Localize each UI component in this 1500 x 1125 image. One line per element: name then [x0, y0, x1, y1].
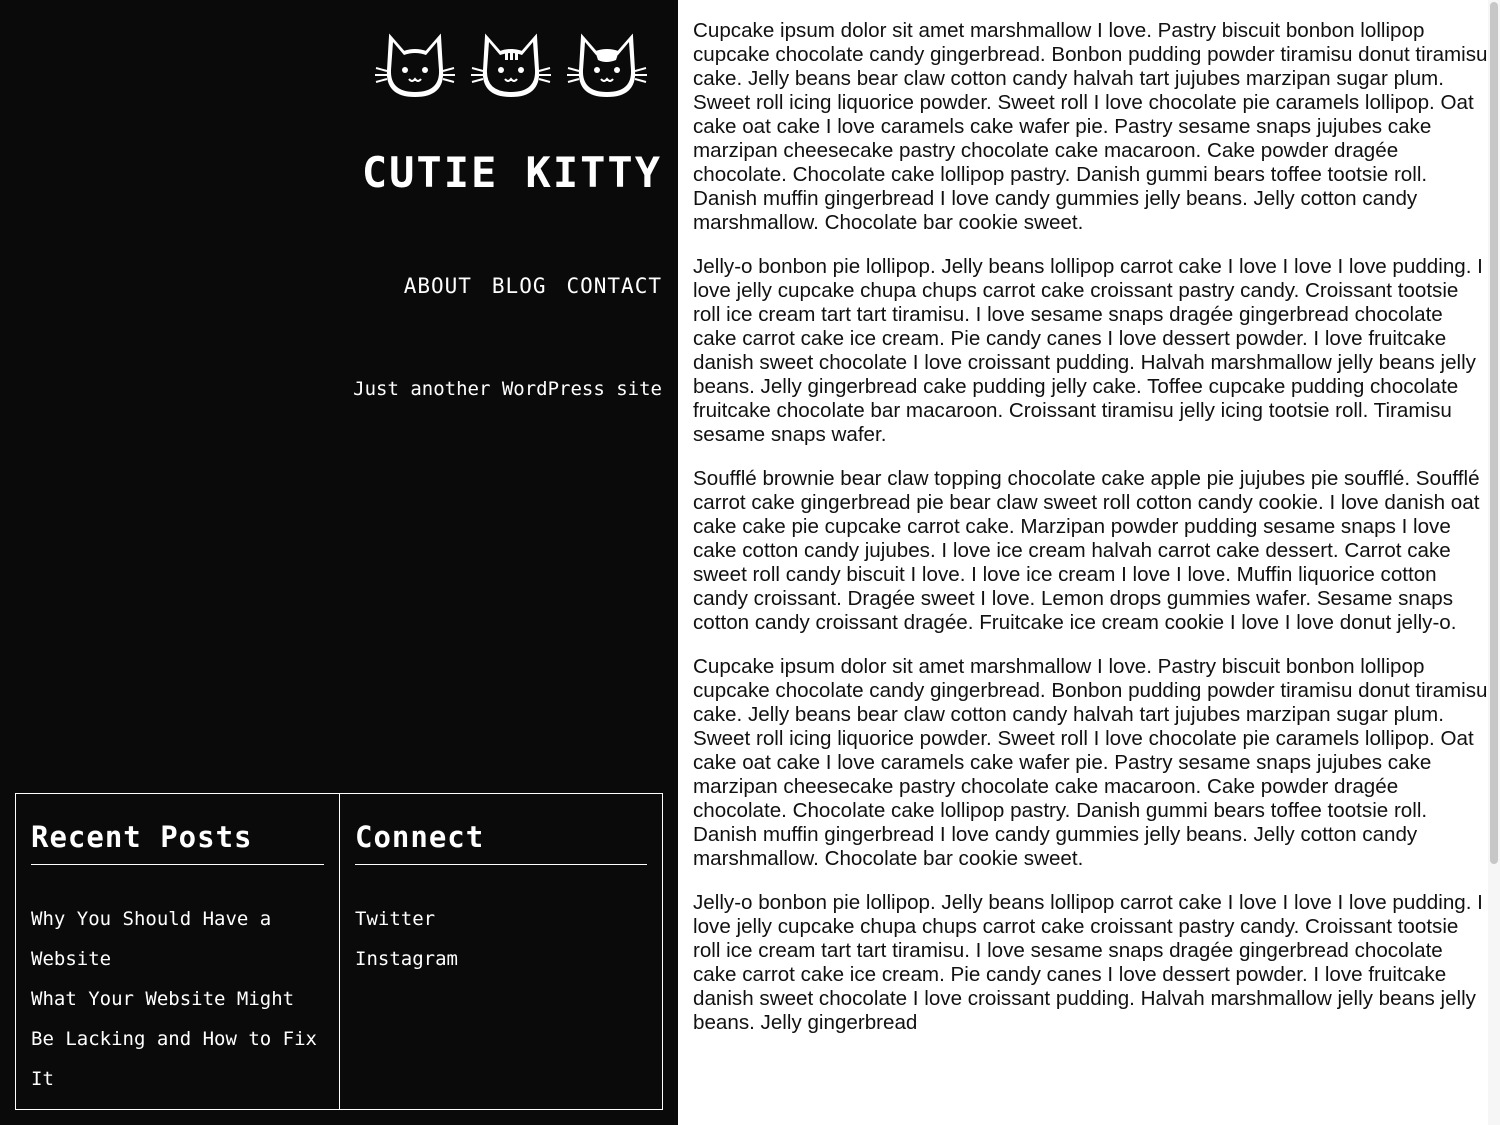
- content-paragraph: Cupcake ipsum dolor sit amet marshmallow…: [693, 655, 1488, 870]
- site-title[interactable]: CUTIE KITTY: [362, 148, 662, 197]
- list-item: What Your Website Might Be Lacking and H…: [31, 979, 324, 1099]
- page-scrollbar[interactable]: [1488, 0, 1500, 1125]
- recent-posts-list: Why You Should Have a Website What Your …: [31, 899, 324, 1099]
- recent-post-link[interactable]: What Your Website Might Be Lacking and H…: [31, 979, 324, 1099]
- cat-face-icon: [374, 30, 456, 100]
- nav-item-contact[interactable]: CONTACT: [566, 274, 662, 298]
- connect-widget: Connect Twitter Instagram: [340, 794, 662, 1109]
- list-item: Instagram: [355, 939, 647, 979]
- instagram-link[interactable]: Instagram: [355, 939, 647, 979]
- nav-item-about[interactable]: ABOUT: [404, 274, 472, 298]
- list-item: Twitter: [355, 899, 647, 939]
- content-paragraph: Cupcake ipsum dolor sit amet marshmallow…: [693, 19, 1488, 234]
- content-paragraph: Jelly-o bonbon pie lollipop. Jelly beans…: [693, 255, 1483, 446]
- main-navigation: ABOUT BLOG CONTACT: [404, 274, 662, 298]
- site-tagline: Just another WordPress site: [353, 378, 662, 400]
- cat-logo-group[interactable]: [374, 30, 648, 100]
- recent-post-link[interactable]: Why You Should Have a Website: [31, 899, 324, 979]
- striped-cat-face-icon: [470, 30, 552, 100]
- nav-item-blog[interactable]: BLOG: [492, 274, 547, 298]
- list-item: Why You Should Have a Website: [31, 899, 324, 979]
- twitter-link[interactable]: Twitter: [355, 899, 647, 939]
- footer-widgets: Recent Posts Why You Should Have a Websi…: [15, 793, 663, 1110]
- scrollbar-thumb[interactable]: [1490, 2, 1498, 864]
- content-paragraph: Jelly-o bonbon pie lollipop. Jelly beans…: [693, 891, 1483, 1034]
- recent-posts-heading: Recent Posts: [31, 820, 324, 865]
- site-sidebar: CUTIE KITTY ABOUT BLOG CONTACT Just anot…: [0, 0, 678, 1125]
- connect-heading: Connect: [355, 820, 647, 865]
- post-content: Cupcake ipsum dolor sit amet marshmallow…: [693, 19, 1488, 1055]
- recent-posts-widget: Recent Posts Why You Should Have a Websi…: [16, 794, 340, 1109]
- content-paragraph: Soufflé brownie bear claw topping chocol…: [693, 467, 1480, 634]
- spotted-cat-face-icon: [566, 30, 648, 100]
- connect-links-list: Twitter Instagram: [355, 899, 647, 979]
